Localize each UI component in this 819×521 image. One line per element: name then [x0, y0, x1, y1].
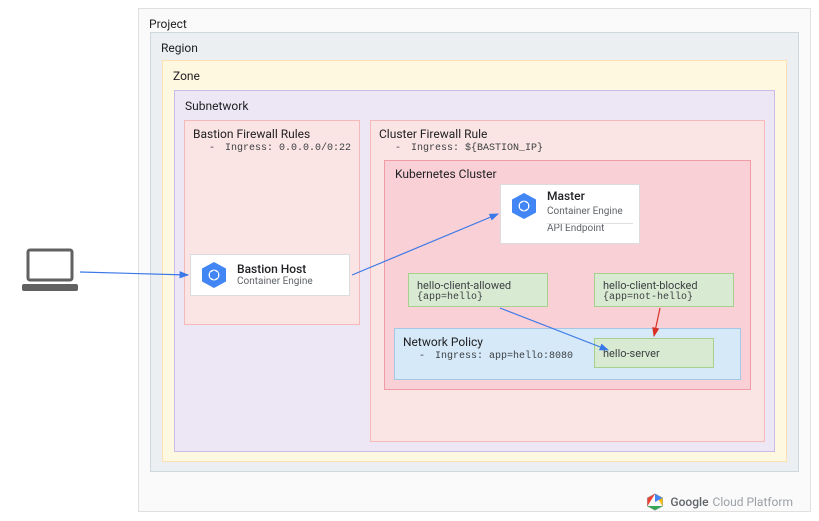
pod-allowed-name: hello-client-allowed [417, 279, 539, 292]
gcp-brand-2: Cloud Platform [713, 495, 793, 509]
container-engine-icon [509, 191, 539, 221]
pod-hello-client-allowed: hello-client-allowed {app=hello} [408, 273, 548, 307]
container-engine-icon [199, 260, 229, 290]
gcp-logo: Google Cloud Platform [646, 493, 793, 511]
master-card: Master Container Engine API Endpoint [500, 184, 640, 244]
network-policy-rule: -Ingress: app=hello:8080 [403, 351, 573, 362]
pod-hello-server: hello-server [594, 338, 714, 368]
laptop-icon [22, 248, 78, 294]
project-label: Project [149, 17, 187, 31]
master-title: Master [547, 189, 623, 205]
pod-server-name: hello-server [603, 344, 705, 360]
cluster-firewall-label: Cluster Firewall Rule [379, 127, 487, 141]
network-policy-label: Network Policy [403, 335, 483, 349]
bastion-firewall-rule: -Ingress: 0.0.0.0/0:22 [193, 143, 351, 154]
gcp-brand-1: Google [670, 495, 708, 509]
pod-blocked-meta: {app=not-hello} [603, 292, 725, 303]
pod-blocked-name: hello-client-blocked [603, 279, 725, 292]
network-policy-rule-text: Ingress: app=hello:8080 [435, 351, 573, 362]
divider [547, 223, 633, 224]
cluster-firewall-rule-text: Ingress: ${BASTION_IP} [411, 143, 543, 154]
master-subtitle: Container Engine [547, 205, 623, 218]
region-label: Region [161, 41, 198, 55]
bastion-host-title: Bastion Host [237, 262, 313, 276]
pod-allowed-meta: {app=hello} [417, 292, 539, 303]
bastion-host-subtitle: Container Engine [237, 276, 313, 288]
gcp-hex-icon [646, 493, 664, 511]
bastion-firewall-label: Bastion Firewall Rules [193, 127, 310, 141]
cluster-firewall-rule: -Ingress: ${BASTION_IP} [379, 143, 543, 154]
zone-label: Zone [173, 69, 200, 83]
subnetwork-label: Subnetwork [185, 99, 248, 113]
bastion-host-card: Bastion Host Container Engine [190, 254, 350, 296]
pod-hello-client-blocked: hello-client-blocked {app=not-hello} [594, 273, 734, 307]
bastion-firewall-rule-text: Ingress: 0.0.0.0/0:22 [225, 143, 351, 154]
kubernetes-cluster-label: Kubernetes Cluster [395, 167, 497, 181]
